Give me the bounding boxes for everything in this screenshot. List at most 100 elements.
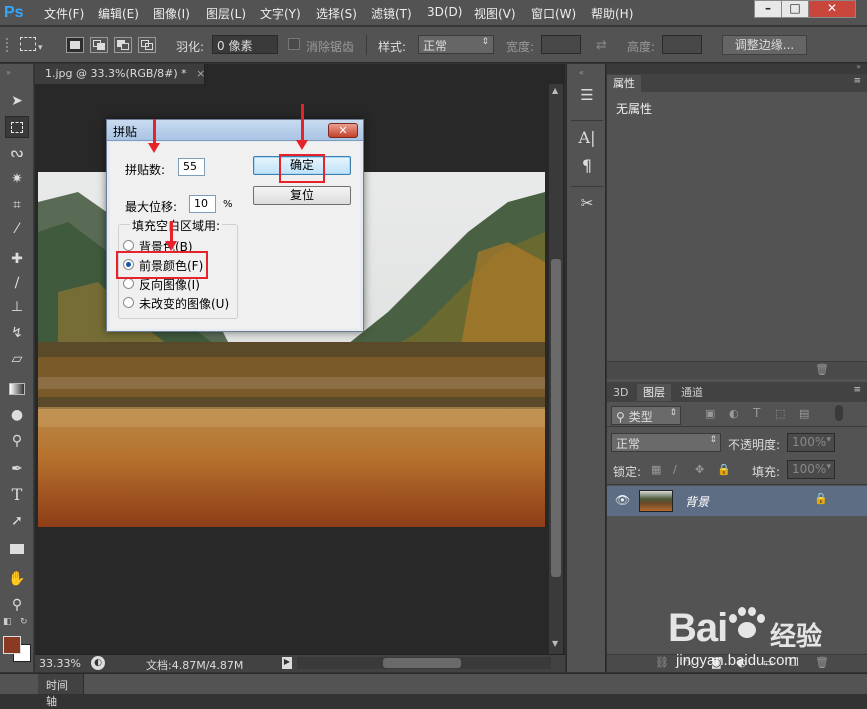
lock-pixels-icon[interactable]: ∕: [673, 463, 677, 476]
width-input[interactable]: [541, 35, 581, 54]
close-window-button[interactable]: ✕: [808, 0, 856, 18]
delete-layer-icon[interactable]: 🗑: [815, 656, 829, 669]
offset-input[interactable]: 10: [189, 195, 216, 213]
default-colors-icon[interactable]: ◧: [3, 617, 12, 627]
layers-menu-icon[interactable]: ≡: [853, 385, 861, 395]
refine-edge-button[interactable]: 调整边缘...: [722, 35, 807, 55]
lock-position-icon[interactable]: ✥: [695, 463, 704, 476]
menu-window[interactable]: 窗口(W): [531, 5, 576, 22]
tool-presets-icon[interactable]: ✂: [576, 194, 598, 216]
feather-input[interactable]: 0 像素: [212, 35, 278, 54]
menu-edit[interactable]: 编辑(E): [98, 5, 139, 22]
path-select-icon[interactable]: ➚: [5, 510, 29, 532]
healing-brush-icon[interactable]: ✚: [5, 248, 29, 270]
panel-menu-icon[interactable]: ≡: [853, 76, 861, 86]
delete-icon[interactable]: 🗑: [815, 363, 829, 376]
blend-mode-select[interactable]: 正常 ⇕: [611, 433, 721, 452]
adjustment-filter-icon[interactable]: ◐: [729, 407, 739, 420]
subtract-selection-icon[interactable]: [114, 37, 132, 53]
dialog-titlebar[interactable]: 拼贴: [107, 120, 363, 141]
menu-3d[interactable]: 3D(D): [427, 5, 462, 19]
height-input[interactable]: [662, 35, 702, 54]
antialias-checkbox[interactable]: [288, 38, 300, 50]
add-selection-icon[interactable]: [90, 37, 108, 53]
layer-name[interactable]: 背景: [685, 493, 709, 510]
menu-help[interactable]: 帮助(H): [591, 5, 633, 22]
lock-all-icon[interactable]: 🔒: [717, 463, 731, 476]
new-selection-icon[interactable]: [66, 37, 84, 53]
tab-3d[interactable]: 3D: [607, 384, 634, 401]
pixel-filter-icon[interactable]: ▣: [705, 407, 715, 420]
timeline-tab[interactable]: 时间轴: [38, 674, 84, 708]
rect-marquee-icon[interactable]: [20, 37, 36, 51]
eraser-icon[interactable]: ▱: [5, 348, 29, 370]
type-tool-icon[interactable]: T: [5, 484, 29, 506]
scroll-up-icon[interactable]: ▲: [552, 86, 558, 95]
horizontal-scrollbar[interactable]: [297, 657, 551, 669]
vertical-scrollbar[interactable]: ▲ ▼: [549, 84, 563, 654]
lasso-tool-icon[interactable]: ᔓ: [5, 142, 29, 164]
horizontal-scroll-thumb[interactable]: [383, 658, 461, 668]
reset-button[interactable]: 复位: [253, 186, 351, 205]
status-info-icon[interactable]: ◐: [91, 656, 105, 670]
history-brush-icon[interactable]: ↯: [5, 322, 29, 344]
rectangle-tool-icon[interactable]: [5, 538, 29, 560]
intersect-selection-icon[interactable]: [138, 37, 156, 53]
stamp-tool-icon[interactable]: ⊥: [5, 296, 29, 318]
history-panel-icon[interactable]: ☰: [576, 86, 598, 108]
shape-filter-icon[interactable]: ⬚: [775, 407, 785, 420]
move-tool-icon[interactable]: ➤: [5, 90, 29, 112]
scroll-down-icon[interactable]: ▼: [552, 639, 558, 648]
zoom-tool-icon[interactable]: ⚲: [5, 594, 29, 616]
collapse-icon[interactable]: »: [6, 68, 12, 77]
blur-tool-icon[interactable]: ●: [5, 404, 29, 426]
dodge-tool-icon[interactable]: ⚲: [5, 430, 29, 452]
smart-object-filter-icon[interactable]: ▤: [799, 407, 809, 420]
type-filter-icon[interactable]: T: [753, 406, 760, 420]
visibility-eye-icon[interactable]: 👁: [615, 493, 630, 507]
marquee-tool-icon[interactable]: [5, 116, 29, 138]
panel-collapse-icon[interactable]: »: [856, 62, 861, 71]
minimize-button[interactable]: –: [754, 0, 782, 18]
gradient-tool-icon[interactable]: [5, 378, 29, 400]
menu-type[interactable]: 文字(Y): [260, 5, 301, 22]
tab-channels[interactable]: 通道: [675, 384, 709, 401]
pen-tool-icon[interactable]: ✒: [5, 458, 29, 480]
layer-filter-select[interactable]: ⚲ 类型 ⇕: [611, 406, 681, 425]
character-panel-icon[interactable]: A|: [576, 128, 598, 150]
filter-toggle[interactable]: [835, 405, 843, 421]
menu-layer[interactable]: 图层(L): [206, 5, 246, 22]
magic-wand-icon[interactable]: ✷: [5, 168, 29, 190]
tab-properties[interactable]: 属性: [607, 75, 641, 92]
menu-file[interactable]: 文件(F): [44, 5, 84, 22]
paragraph-panel-icon[interactable]: ¶: [576, 156, 598, 178]
dialog-close-button[interactable]: ✕: [328, 123, 358, 138]
chevron-down-icon[interactable]: ▾: [38, 43, 43, 53]
menu-select[interactable]: 选择(S): [316, 5, 357, 22]
crop-tool-icon[interactable]: ⌗: [5, 194, 29, 216]
brush-tool-icon[interactable]: ∕: [5, 272, 29, 294]
menu-image[interactable]: 图像(I): [153, 5, 190, 22]
tab-layers[interactable]: 图层: [637, 384, 671, 401]
swap-icon[interactable]: ⇄: [596, 38, 607, 53]
layer-row-background[interactable]: 👁 背景 🔒: [607, 486, 867, 516]
lock-transparent-icon[interactable]: ▦: [651, 463, 661, 476]
style-select[interactable]: 正常 ⇕: [418, 35, 494, 54]
menu-view[interactable]: 视图(V): [474, 5, 516, 22]
document-tab[interactable]: 1.jpg @ 33.3%(RGB/8#) * ×: [35, 64, 205, 84]
menu-filter[interactable]: 滤镜(T): [371, 5, 412, 22]
close-tab-icon[interactable]: ×: [196, 67, 205, 80]
tiles-input[interactable]: 55: [178, 158, 205, 176]
eyedropper-icon[interactable]: ⁄: [5, 218, 29, 240]
radio-inverse[interactable]: [123, 278, 134, 289]
maximize-button[interactable]: □: [781, 0, 809, 18]
hand-tool-icon[interactable]: ✋: [5, 568, 29, 590]
foreground-color-swatch[interactable]: [3, 636, 21, 654]
dock-collapse-icon[interactable]: «: [579, 68, 584, 77]
radio-background[interactable]: [123, 240, 134, 251]
swap-colors-icon[interactable]: ↻: [20, 617, 28, 627]
vertical-scroll-thumb[interactable]: [551, 259, 561, 577]
zoom-level[interactable]: 33.33%: [39, 657, 81, 670]
link-layers-icon[interactable]: ⛓: [655, 656, 669, 669]
fill-input[interactable]: 100% ▾: [787, 460, 835, 479]
